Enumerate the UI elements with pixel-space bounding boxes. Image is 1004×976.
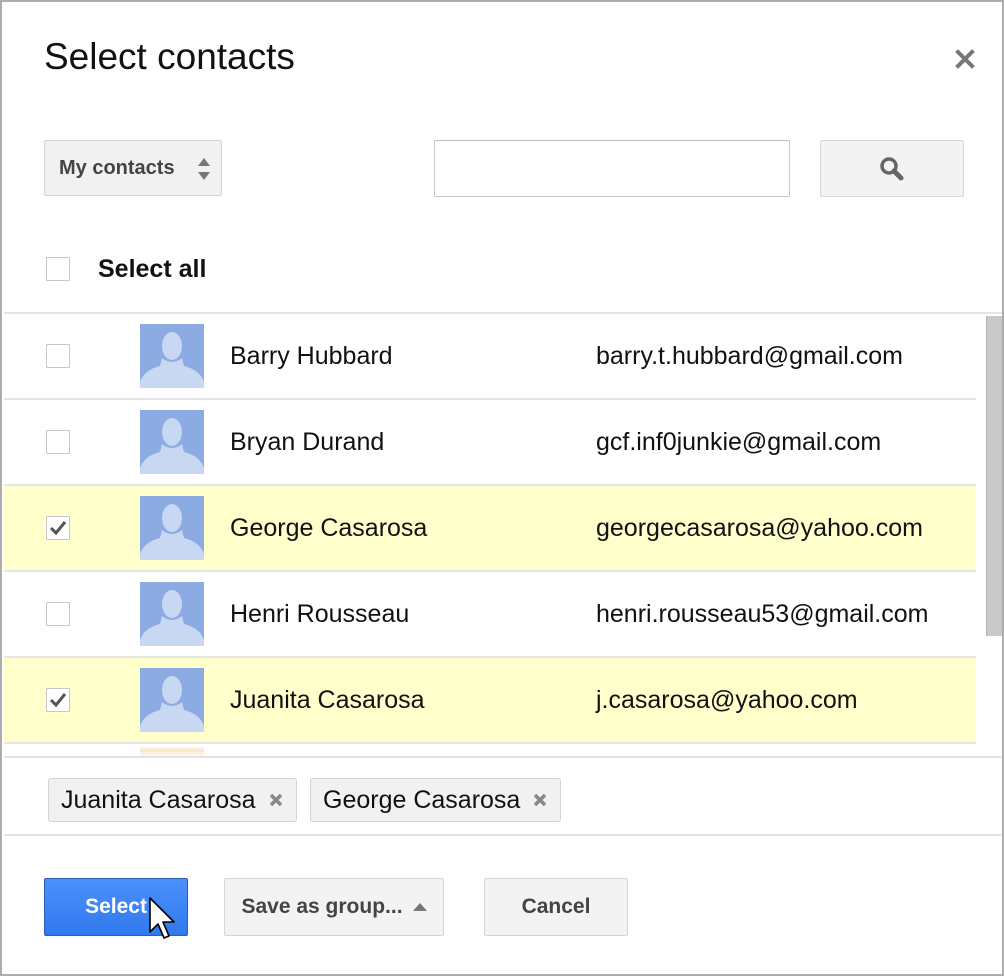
selected-contacts-area: Juanita Casarosa George Casarosa <box>4 756 1002 836</box>
contact-row[interactable]: Henri Rousseau henri.rousseau53@gmail.com <box>4 572 976 658</box>
contact-name: Bryan Durand <box>230 428 385 456</box>
search-icon <box>880 156 904 180</box>
cancel-button-label: Cancel <box>521 895 591 918</box>
contact-row[interactable]: Bryan Durand gcf.inf0junkie@gmail.com <box>4 400 976 486</box>
search-input[interactable] <box>434 140 790 197</box>
contact-group-select[interactable]: My contacts <box>44 140 222 196</box>
contact-name: Henri Rousseau <box>230 600 410 628</box>
avatar <box>140 496 204 560</box>
contact-row[interactable]: George Casarosa georgecasarosa@yahoo.com <box>4 486 976 572</box>
default-avatar-icon <box>140 504 204 560</box>
cancel-button[interactable]: Cancel <box>484 878 628 936</box>
contact-name: Barry Hubbard <box>230 342 393 370</box>
contact-name: George Casarosa <box>230 514 428 542</box>
contact-email: georgecasarosa@yahoo.com <box>596 514 923 542</box>
contact-row[interactable]: Barry Hubbard barry.t.hubbard@gmail.com <box>4 314 976 400</box>
search-button[interactable] <box>820 140 964 197</box>
contact-checkbox[interactable] <box>46 516 70 540</box>
select-button-label: Select <box>85 895 147 918</box>
contact-checkbox[interactable] <box>46 430 70 454</box>
contact-email: barry.t.hubbard@gmail.com <box>596 342 903 370</box>
contact-group-select-value: My contacts <box>59 156 175 179</box>
contact-email: gcf.inf0junkie@gmail.com <box>596 428 882 456</box>
chip-label: George Casarosa <box>323 785 521 814</box>
selected-contact-chip: Juanita Casarosa <box>48 778 297 822</box>
chip-label: Juanita Casarosa <box>61 785 256 814</box>
triangle-up-icon <box>412 903 427 911</box>
avatar <box>140 324 204 388</box>
checkmark-icon <box>49 521 67 536</box>
contact-row[interactable]: Juanita Casarosa j.casarosa@yahoo.com <box>4 658 976 744</box>
scrollbar-thumb[interactable] <box>986 316 1002 636</box>
contact-checkbox[interactable] <box>46 344 70 368</box>
save-as-group-button[interactable]: Save as group... <box>224 878 444 936</box>
contact-checkbox[interactable] <box>46 602 70 626</box>
select-button[interactable]: Select <box>44 878 188 936</box>
default-avatar-icon <box>140 590 204 646</box>
default-avatar-icon <box>140 676 204 732</box>
contact-email: j.casarosa@yahoo.com <box>596 686 858 714</box>
up-down-arrows-icon <box>198 158 210 180</box>
dialog-title: Select contacts <box>44 36 295 77</box>
default-avatar-icon <box>140 418 204 474</box>
selected-contact-chip: George Casarosa <box>310 778 562 822</box>
avatar <box>140 410 204 474</box>
contact-email: henri.rousseau53@gmail.com <box>596 600 929 628</box>
remove-chip-icon[interactable] <box>268 792 284 808</box>
contacts-list: Juanita Casarosa j.casarosa@yahoo.com Henr… <box>4 312 1002 758</box>
select-contacts-dialog: Select contacts My contacts Select all J… <box>0 0 1004 976</box>
select-all-label: Select all <box>98 255 207 283</box>
avatar <box>140 582 204 646</box>
default-avatar-icon <box>140 332 204 388</box>
remove-chip-icon[interactable] <box>532 792 548 808</box>
close-icon <box>955 49 975 69</box>
close-button[interactable] <box>952 46 978 72</box>
checkmark-icon <box>49 693 67 708</box>
avatar <box>140 668 204 732</box>
contact-checkbox[interactable] <box>46 688 70 712</box>
select-all-checkbox[interactable] <box>46 257 70 281</box>
contact-name: Juanita Casarosa <box>230 686 425 714</box>
save-as-group-label: Save as group... <box>241 895 403 918</box>
